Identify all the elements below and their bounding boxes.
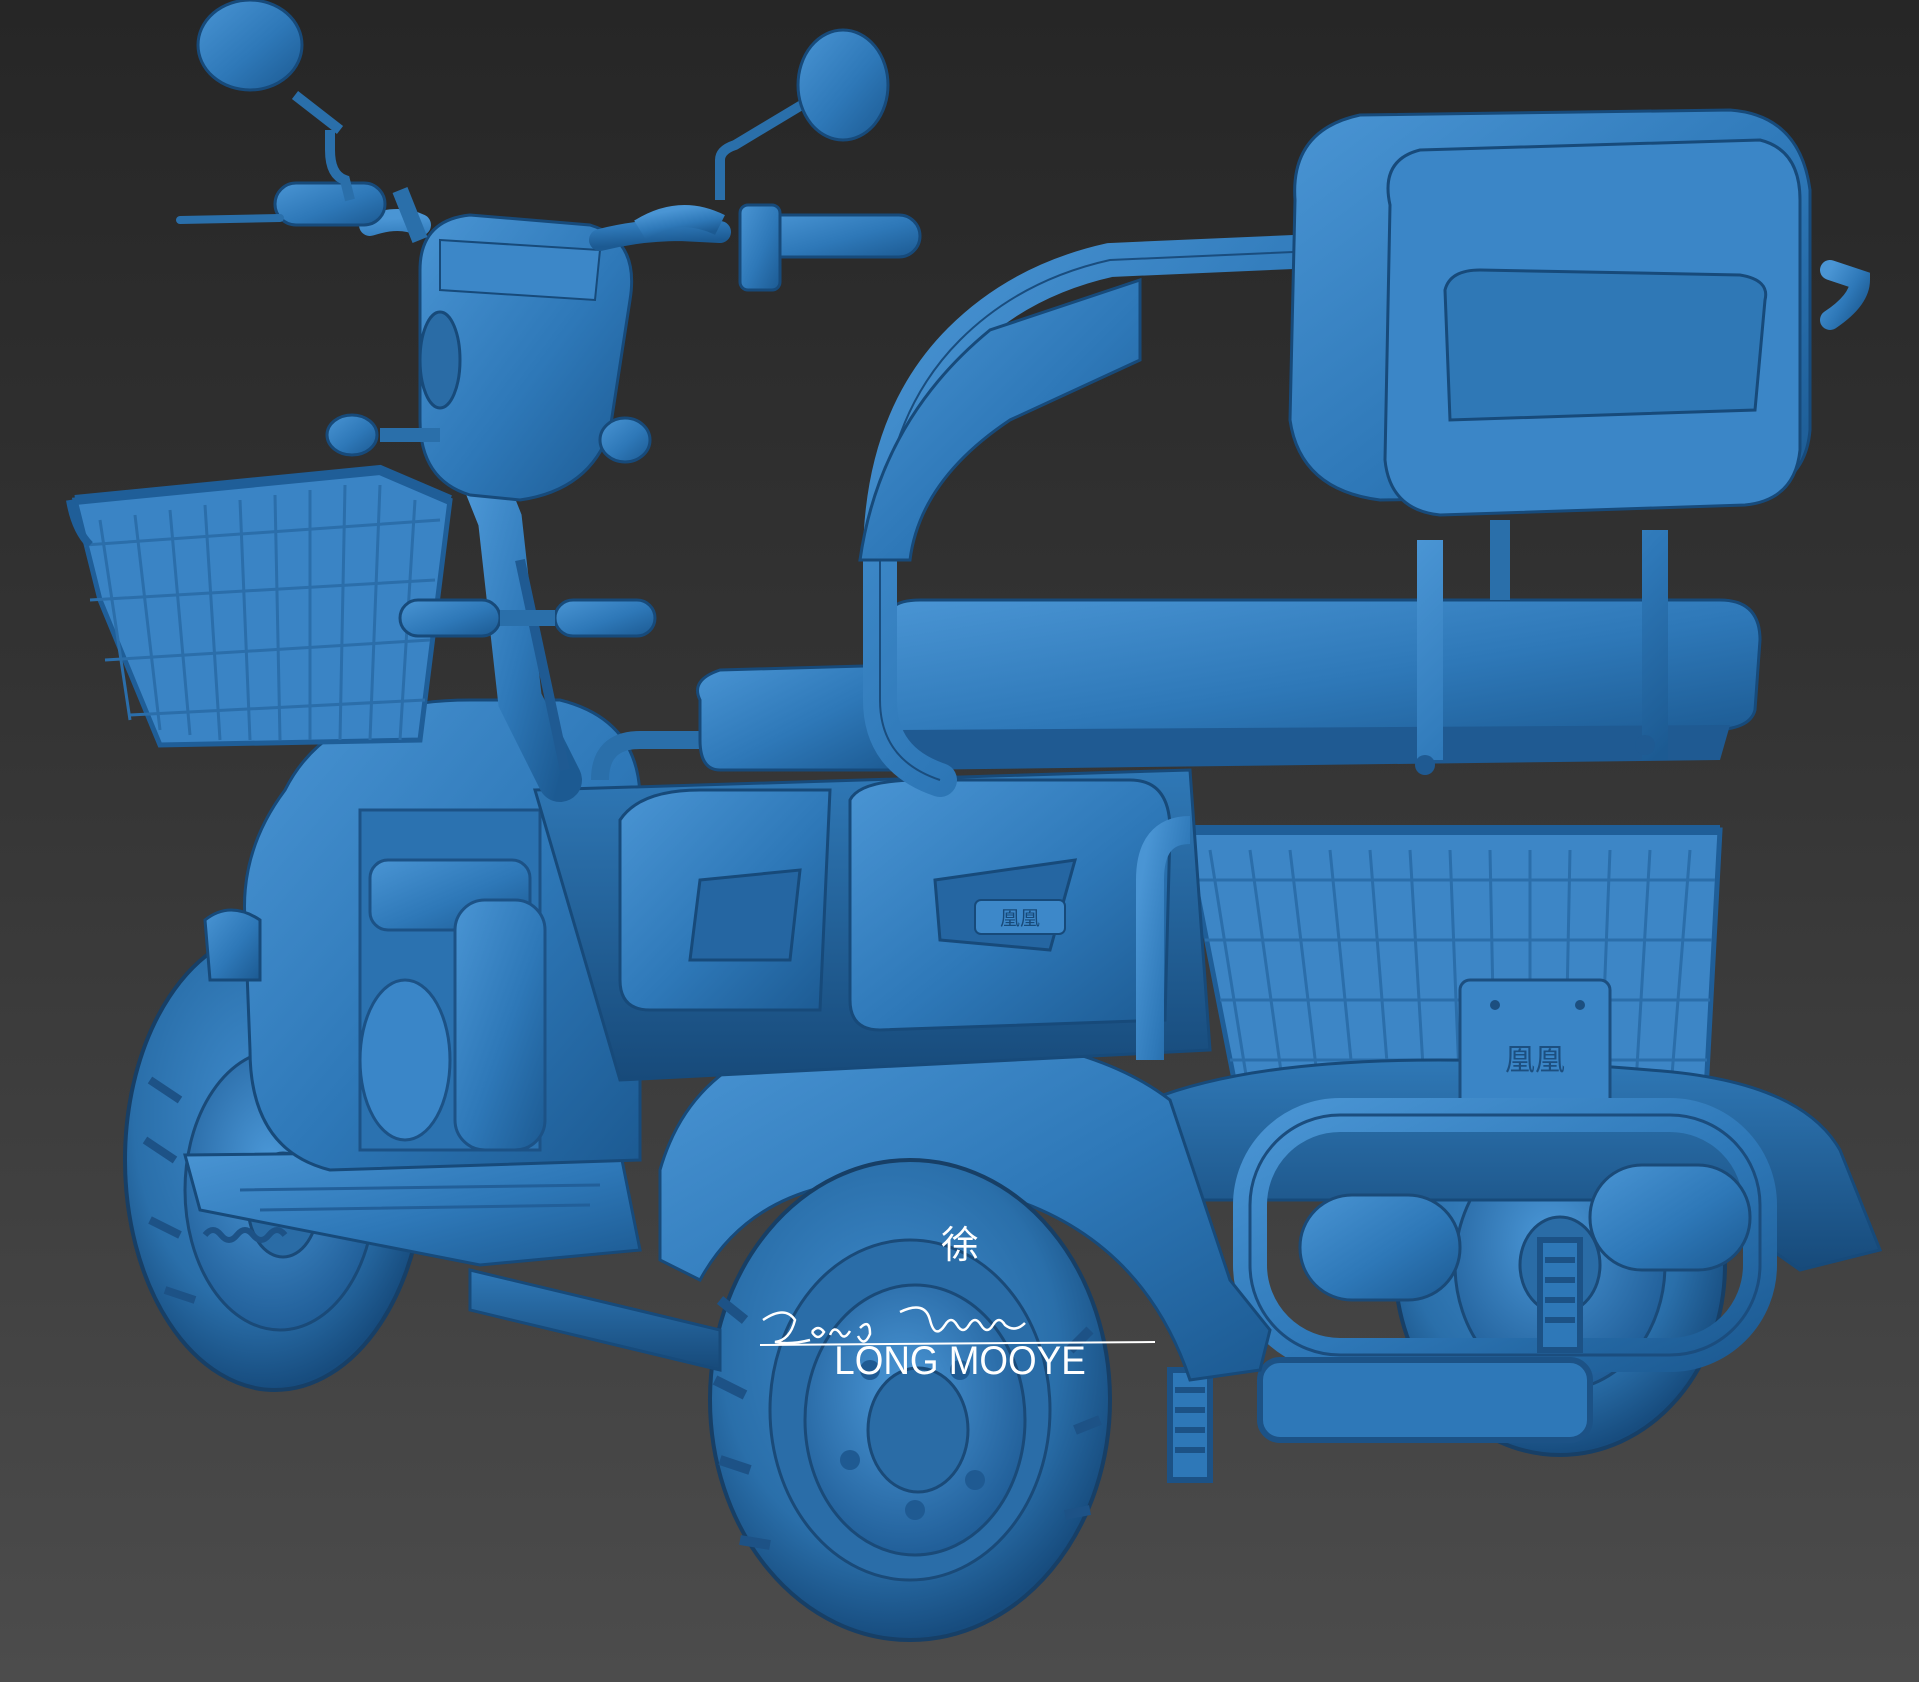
watermark-name: LONG MOOYE — [834, 1339, 1086, 1383]
rear-license-plate: 凰凰 — [1458, 978, 1612, 1112]
right-switch — [738, 203, 782, 292]
watermark-signature-space — [740, 1265, 1180, 1333]
front-basket — [66, 464, 453, 748]
left-mirror — [196, 0, 355, 202]
brake-lever — [176, 214, 284, 224]
watermark: 徐 LONG MOOYE — [740, 1225, 1180, 1384]
3d-viewport: 凰凰 凰凰 徐 LONG MOOYE — [0, 0, 1919, 1682]
center-body: 凰凰 — [533, 731, 1212, 1082]
rear-plate-text: 凰凰 — [1505, 1043, 1565, 1078]
left-tail-light — [1298, 1193, 1462, 1302]
right-grip — [758, 213, 922, 259]
front-fender — [203, 908, 262, 982]
side-badge-text: 凰凰 — [1000, 906, 1040, 930]
left-grip — [273, 181, 387, 227]
right-tail-light — [1588, 1163, 1752, 1272]
rear-seat-cushion — [878, 598, 1762, 742]
tricycle-render: 凰凰 凰凰 — [66, 0, 1883, 1642]
storage-bottle — [453, 898, 547, 1152]
left-indicator — [325, 413, 379, 457]
battery-pod — [358, 978, 452, 1142]
right-indicator — [598, 416, 652, 464]
seat — [696, 598, 1762, 772]
watermark-mark: 徐 — [940, 1223, 979, 1267]
right-mirror — [715, 28, 890, 200]
dashboard — [325, 213, 652, 502]
